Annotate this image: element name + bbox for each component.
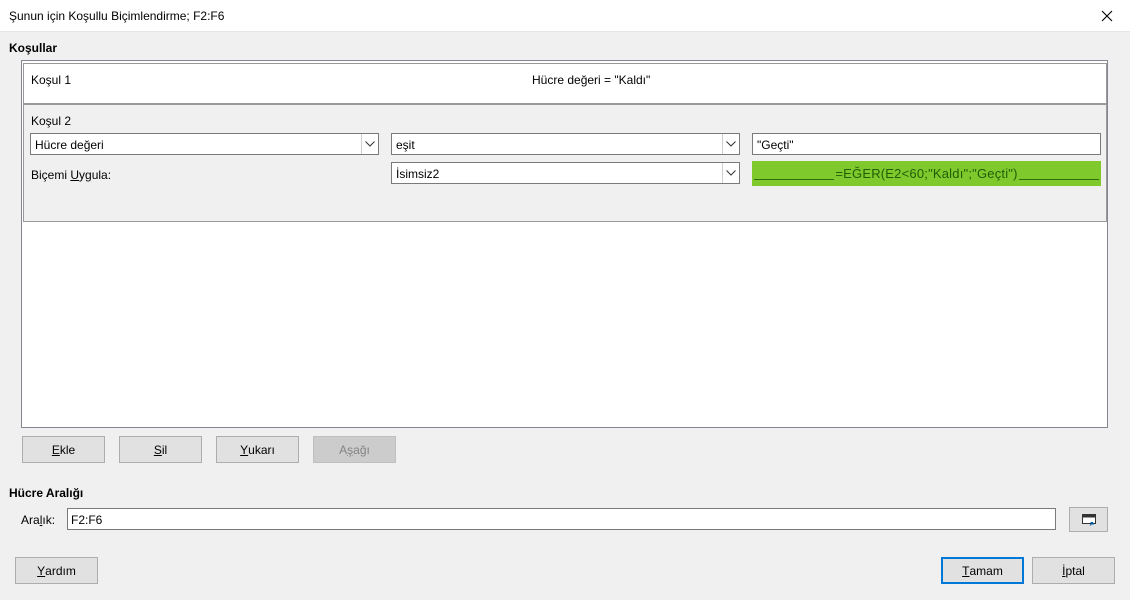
help-button-rest: ardım — [45, 563, 76, 578]
style-value: İsimsiz2 — [396, 167, 440, 181]
range-label-post: ık: — [42, 513, 56, 527]
add-button[interactable]: Ekle — [22, 436, 105, 463]
ok-button[interactable]: Tamam — [941, 557, 1024, 584]
move-up-button[interactable]: Yukarı — [216, 436, 299, 463]
window-title: Şunun için Koşullu Biçimlendirme; F2:F6 — [9, 9, 225, 23]
style-dropdown[interactable]: İsimsiz2 — [391, 162, 740, 184]
condition-type-dropdown[interactable]: Hücre değeri — [30, 133, 379, 155]
chevron-down-icon — [361, 134, 378, 154]
apply-style-label: Biçemi Uygula: — [31, 168, 111, 182]
shrink-range-button[interactable] — [1069, 507, 1108, 532]
condition-1-entry[interactable]: Koşul 1 Hücre değeri = "Kaldı" — [23, 63, 1107, 104]
delete-button-rest: il — [161, 442, 168, 457]
help-button-key: Y — [37, 563, 46, 578]
move-up-button-rest: ukarı — [248, 442, 275, 457]
ok-button-rest: amam — [969, 563, 1003, 578]
delete-button-key: S — [153, 442, 162, 457]
close-button[interactable] — [1084, 0, 1130, 31]
cell-range-section-label: Hücre Aralığı — [9, 486, 84, 500]
chevron-down-icon — [722, 134, 739, 154]
apply-style-label-post: ygula: — [79, 168, 112, 182]
range-label-pre: Ara — [21, 513, 40, 527]
apply-style-label-key: U — [70, 168, 80, 182]
condition-value-text: "Geçti" — [757, 138, 794, 152]
range-label: Aralık: — [21, 513, 55, 527]
conditions-list[interactable]: Koşul 1 Hücre değeri = "Kaldı" Koşul 2 H… — [21, 60, 1108, 428]
title-bar: Şunun için Koşullu Biçimlendirme; F2:F6 — [0, 0, 1130, 32]
condition-type-value: Hücre değeri — [35, 138, 104, 152]
condition-value-input[interactable]: "Geçti" — [752, 133, 1101, 155]
move-up-button-key: Y — [240, 442, 249, 457]
condition-1-label: Koşul 1 — [31, 73, 72, 87]
delete-button[interactable]: Sil — [119, 436, 202, 463]
condition-2-label: Koşul 2 — [31, 114, 72, 128]
add-button-rest: kle — [59, 442, 76, 457]
move-down-button-rest: ağı — [353, 442, 370, 457]
shrink-range-icon — [1081, 513, 1096, 526]
move-down-button[interactable]: Aş ağı — [313, 436, 396, 463]
condition-2-entry[interactable]: Koşul 2 Hücre değeri eşit "Geçti" Biçemi… — [23, 104, 1107, 222]
move-down-button-pre: A — [339, 442, 348, 457]
style-preview: =EĞER(E2<60;"Kaldı";"Geçti") — [752, 161, 1101, 186]
add-button-key: E — [51, 442, 60, 457]
condition-1-summary: Hücre değeri = "Kaldı" — [532, 73, 651, 87]
help-button[interactable]: Yardım — [15, 557, 98, 584]
cancel-button-rest: ptal — [1065, 563, 1085, 578]
range-value: F2:F6 — [71, 513, 103, 527]
ok-button-key: T — [962, 563, 970, 578]
range-input[interactable]: F2:F6 — [67, 508, 1056, 530]
conditions-section-label: Koşullar — [9, 41, 58, 55]
chevron-down-icon — [722, 163, 739, 183]
preview-text: =EĞER(E2<60;"Kaldı";"Geçti") — [834, 166, 1019, 181]
cancel-button[interactable]: İptal — [1032, 557, 1115, 584]
apply-style-label-pre: Biçemi — [31, 168, 71, 182]
operator-value: eşit — [396, 138, 415, 152]
operator-dropdown[interactable]: eşit — [391, 133, 740, 155]
close-icon — [1101, 10, 1113, 21]
